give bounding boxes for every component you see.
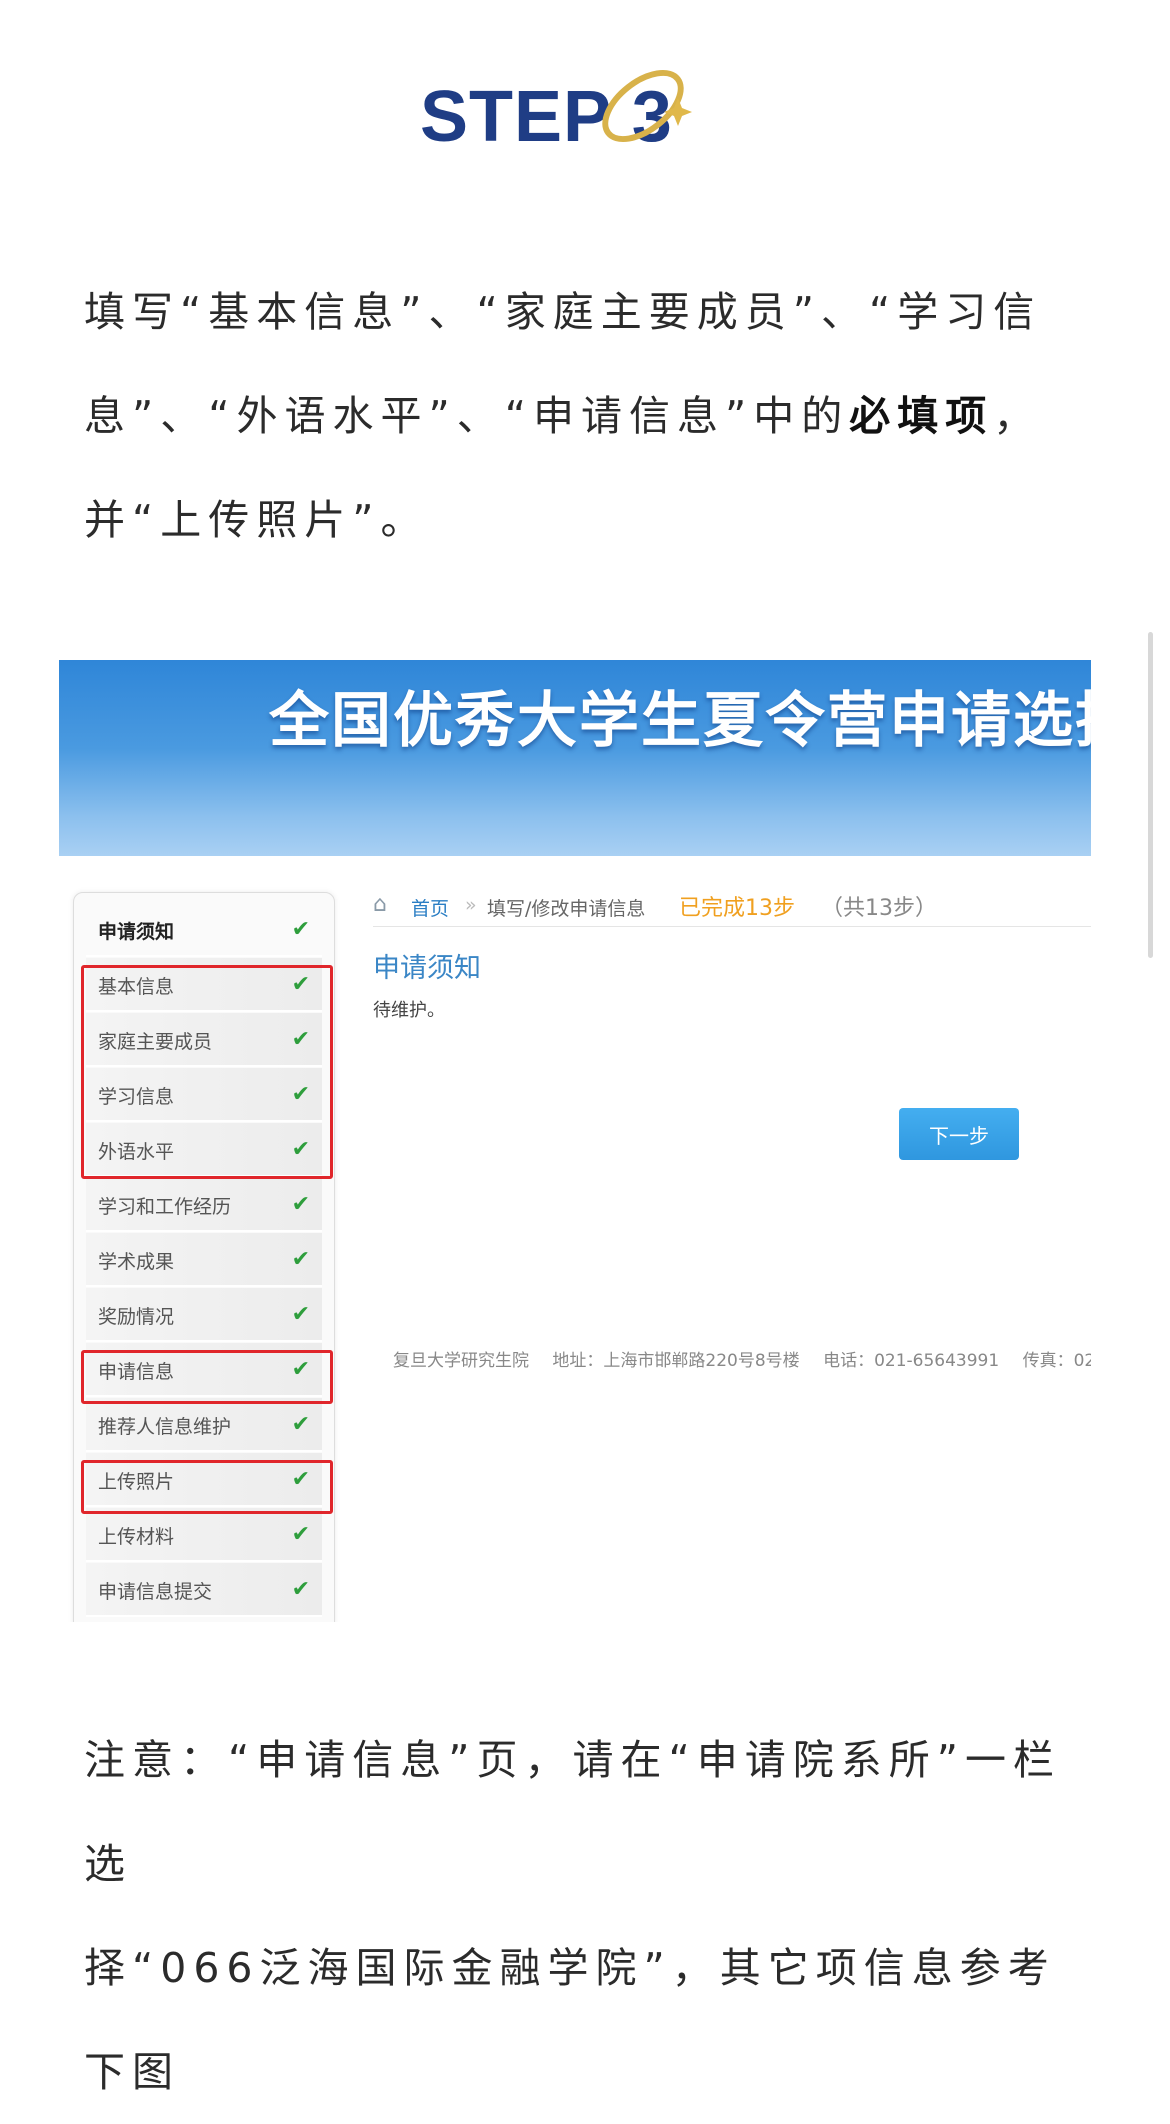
checkmark-icon: ✔ xyxy=(291,1577,310,1602)
progress-status: 已完成13步 xyxy=(679,896,795,921)
highlight-box-upload-photo xyxy=(81,1460,333,1514)
sidebar-item-academic-results[interactable]: 学术成果 ✔ xyxy=(86,1233,322,1287)
highlight-box-required-group xyxy=(81,965,333,1179)
sidebar-item-label: 推荐人信息维护 xyxy=(98,1416,232,1438)
note-line-2: 择“066泛海国际金融学院”，其它项信息参考下图 xyxy=(84,1944,1056,2096)
sidebar-item-label: 申请须知 xyxy=(98,921,175,943)
step-heading: STEP 3 xyxy=(0,62,1170,182)
breadcrumb: ⌂ 首页 » 填写/修改申请信息 已完成13步 （共13步） xyxy=(373,890,1091,927)
checkmark-icon: ✔ xyxy=(291,1412,310,1437)
sidebar-item-awards[interactable]: 奖励情况 ✔ xyxy=(86,1288,322,1342)
home-icon[interactable]: ⌂ xyxy=(373,892,387,917)
breadcrumb-home-link[interactable]: 首页 xyxy=(411,894,449,921)
sidebar-item-label: 学习和工作经历 xyxy=(98,1196,232,1218)
sidebar-item-application-notice[interactable]: 申请须知 ✔ xyxy=(86,903,322,957)
banner-title: 全国优秀大学生夏令营申请选择 xyxy=(269,686,1091,756)
checkmark-icon: ✔ xyxy=(291,1192,310,1217)
site-footer: 复旦大学研究生院 地址：上海市邯郸路220号8号楼 电话：021-6564399… xyxy=(393,1346,1091,1371)
intro-paragraph: 填写“基本信息”、“家庭主要成员”、“学习信息”、“外语水平”、“申请信息”中的… xyxy=(84,260,1084,572)
sidebar-item-upload-materials[interactable]: 上传材料 ✔ xyxy=(86,1508,322,1562)
sidebar-item-label: 上传材料 xyxy=(98,1526,175,1548)
intro-bold-required: 必填项 xyxy=(849,392,994,440)
gold-ring-sparkle-icon xyxy=(602,69,692,143)
footer-phone: 电话：021-65643991 xyxy=(823,1351,1000,1371)
sidebar-item-label: 学术成果 xyxy=(98,1251,175,1273)
highlight-box-application-info xyxy=(81,1350,333,1404)
sidebar-item-label: 奖励情况 xyxy=(98,1306,175,1328)
section-body: 待维护。 xyxy=(373,1000,445,1021)
breadcrumb-separator: » xyxy=(465,894,477,916)
footer-fax: 传真：02 xyxy=(1022,1351,1091,1371)
note-paragraph: 注意：“申请信息”页，请在“申请院系所”一栏选 择“066泛海国际金融学院”，其… xyxy=(84,1708,1084,2124)
next-step-button[interactable]: 下一步 xyxy=(899,1108,1019,1160)
embedded-screenshot: 全国优秀大学生夏令营申请选择 申请须知 ✔ 基本信息 ✔ 家庭主要成员 ✔ 学习… xyxy=(59,660,1091,1622)
note-line-1: 注意：“申请信息”页，请在“申请院系所”一栏选 xyxy=(84,1736,1061,1888)
progress-total: （共13步） xyxy=(821,896,937,921)
checkmark-icon: ✔ xyxy=(291,1302,310,1327)
sidebar-item-submit-application[interactable]: 申请信息提交 ✔ xyxy=(86,1563,322,1617)
sidebar-item-label: 申请信息提交 xyxy=(98,1581,213,1603)
sidebar-item-study-work-history[interactable]: 学习和工作经历 ✔ xyxy=(86,1178,322,1232)
checkmark-icon: ✔ xyxy=(291,1522,310,1547)
footer-address: 地址：上海市邯郸路220号8号楼 xyxy=(552,1351,800,1371)
section-title: 申请须知 xyxy=(373,953,481,984)
checkmark-icon: ✔ xyxy=(291,1247,310,1272)
site-banner: 全国优秀大学生夏令营申请选择 xyxy=(59,660,1091,856)
breadcrumb-current: 填写/修改申请信息 xyxy=(487,898,646,920)
checkmark-icon: ✔ xyxy=(291,917,310,942)
page-scrollbar[interactable] xyxy=(1148,632,1153,958)
sidebar-item-referee-info[interactable]: 推荐人信息维护 ✔ xyxy=(86,1398,322,1452)
footer-org: 复旦大学研究生院 xyxy=(393,1351,529,1371)
